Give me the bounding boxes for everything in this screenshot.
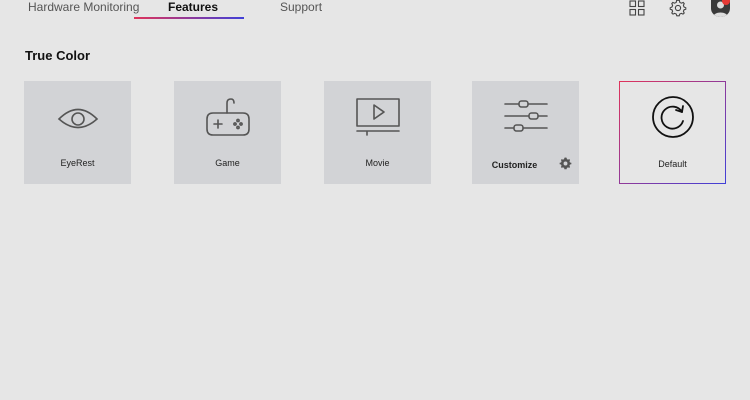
monitor-play-icon: [355, 98, 400, 136]
gear-icon[interactable]: [559, 157, 572, 170]
gamepad-icon: [205, 98, 250, 136]
gear-icon[interactable]: [669, 0, 687, 18]
sliders-icon: [503, 100, 548, 132]
default-card[interactable]: Default: [619, 81, 726, 184]
card-label: EyeRest: [60, 158, 95, 168]
card-label: Movie: [365, 158, 390, 168]
eye-icon: [57, 108, 98, 129]
tab-features[interactable]: Features: [168, 0, 218, 14]
customize-card[interactable]: Customize: [472, 81, 579, 184]
card-label: Default: [658, 159, 687, 169]
active-tab-indicator: [134, 17, 244, 19]
tab-support[interactable]: Support: [280, 0, 322, 14]
tab-hardware-monitoring[interactable]: Hardware Monitoring: [28, 0, 139, 14]
reset-icon: [651, 96, 694, 138]
eyerest-card[interactable]: EyeRest: [24, 81, 131, 184]
section-title: True Color: [25, 48, 91, 63]
game-card[interactable]: Game: [174, 81, 281, 184]
card-label: Game: [215, 158, 240, 168]
card-label: Customize: [491, 160, 538, 170]
movie-card[interactable]: Movie: [324, 81, 431, 184]
top-navigation: Hardware Monitoring Features Support: [0, 0, 750, 22]
grid-icon[interactable]: [628, 0, 646, 18]
